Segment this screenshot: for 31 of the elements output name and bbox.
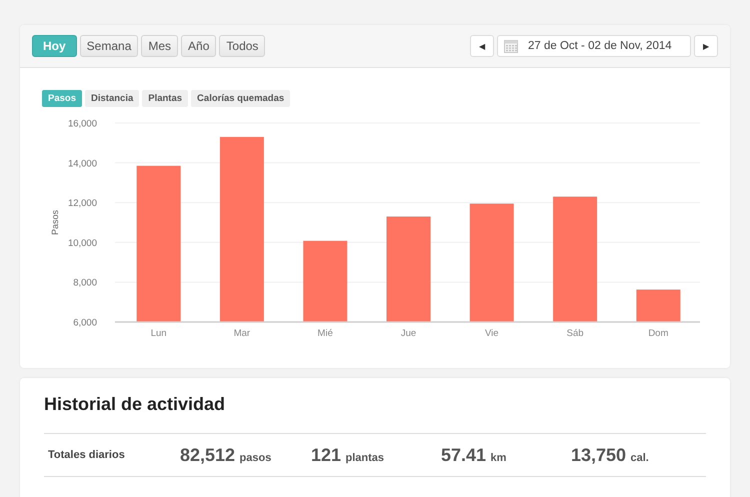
axis-tick-label: 10,000 [68, 238, 97, 249]
row-label: Totales diarios [48, 449, 126, 461]
total-value: 13,750 cal. [571, 444, 650, 466]
section-title: Historial de actividad [44, 394, 226, 415]
metric-tab[interactable]: Calorías quemadas [191, 90, 290, 107]
next-button[interactable]: ▶ [694, 35, 718, 57]
date-range-field[interactable]: 27 de Oct - 02 de Nov, 2014 [497, 35, 691, 57]
range-tab[interactable]: Año [181, 35, 216, 57]
axis-category-label: Sáb [566, 328, 584, 339]
calendar-icon [504, 40, 518, 52]
total-value: 82,512 pasos [180, 444, 272, 466]
axis-category-label: Dom [648, 328, 668, 339]
total-value: 121 plantas [311, 444, 386, 466]
axis-category-label: Lun [150, 328, 167, 339]
axis-tick-label: 12,000 [68, 198, 97, 210]
axis-title: Pasos [50, 210, 60, 235]
axis-category-label: Mié [318, 328, 333, 339]
range-tab[interactable]: Semana [80, 35, 138, 57]
axis-tick-label: 6,000 [73, 318, 97, 328]
metric-tab[interactable]: Plantas [142, 90, 188, 107]
axis-category-label: Jue [400, 328, 416, 339]
axis-category-label: Mar [234, 328, 250, 339]
metric-tab[interactable]: Distancia [85, 90, 140, 107]
total-value: 57.41 km [441, 444, 508, 466]
axis-category-label: Vie [485, 328, 499, 339]
axis-tick-label: 8,000 [73, 278, 97, 289]
axis-tick-label: 14,000 [68, 158, 97, 170]
axis-tick-label: 16,000 [68, 118, 97, 130]
previous-button[interactable]: ◀ [470, 35, 494, 57]
range-tab[interactable]: Todos [219, 35, 266, 57]
range-tab[interactable]: Mes [141, 35, 178, 57]
